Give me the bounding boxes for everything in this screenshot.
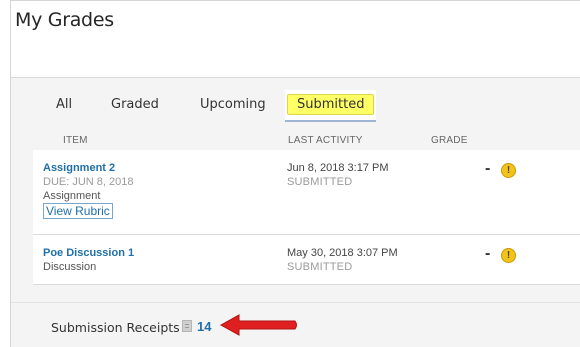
tab-submitted[interactable]: Submitted	[285, 90, 377, 122]
activity-date: May 30, 2018 3:07 PM	[287, 247, 398, 259]
tab-upcoming[interactable]: Upcoming	[200, 97, 266, 112]
grade-value: -	[485, 245, 491, 262]
receipt-icon	[182, 320, 192, 332]
grades-panel: All Graded Upcoming Submitted ITEM LAST …	[11, 77, 580, 347]
view-rubric-link[interactable]: View Rubric	[43, 203, 113, 219]
submission-receipts-count-link[interactable]: 14	[197, 319, 211, 334]
activity-date: Jun 8, 2018 3:17 PM	[287, 162, 389, 174]
grade-value: -	[485, 160, 491, 177]
warning-icon[interactable]: !	[501, 163, 516, 178]
grade-row: Assignment 2 DUE: JUN 8, 2018 Assignment…	[33, 150, 580, 235]
item-type: Discussion	[43, 261, 97, 273]
submission-receipts-label: Submission Receipts	[51, 320, 180, 335]
column-header-grade: GRADE	[431, 135, 468, 146]
tab-all[interactable]: All	[56, 97, 72, 112]
page-title: My Grades	[15, 9, 114, 31]
warning-icon[interactable]: !	[501, 248, 516, 263]
item-title-link[interactable]: Poe Discussion 1	[43, 247, 134, 259]
submission-receipts-bar: Submission Receipts 14	[11, 302, 580, 347]
column-header-last-activity: LAST ACTIVITY	[288, 135, 363, 146]
grades-window: My Grades All Graded Upcoming Submitted …	[10, 0, 580, 347]
item-type: Assignment	[43, 190, 101, 202]
grades-list: Assignment 2 DUE: JUN 8, 2018 Assignment…	[33, 150, 580, 285]
grade-row: Poe Discussion 1 Discussion May 30, 2018…	[33, 235, 580, 285]
activity-status: SUBMITTED	[287, 261, 353, 273]
tab-graded[interactable]: Graded	[111, 97, 159, 112]
red-arrow-icon	[219, 314, 297, 336]
item-title-link[interactable]: Assignment 2	[43, 162, 115, 174]
column-header-item: ITEM	[63, 135, 88, 146]
activity-status: SUBMITTED	[287, 176, 353, 188]
item-due-date: DUE: JUN 8, 2018	[43, 176, 134, 188]
